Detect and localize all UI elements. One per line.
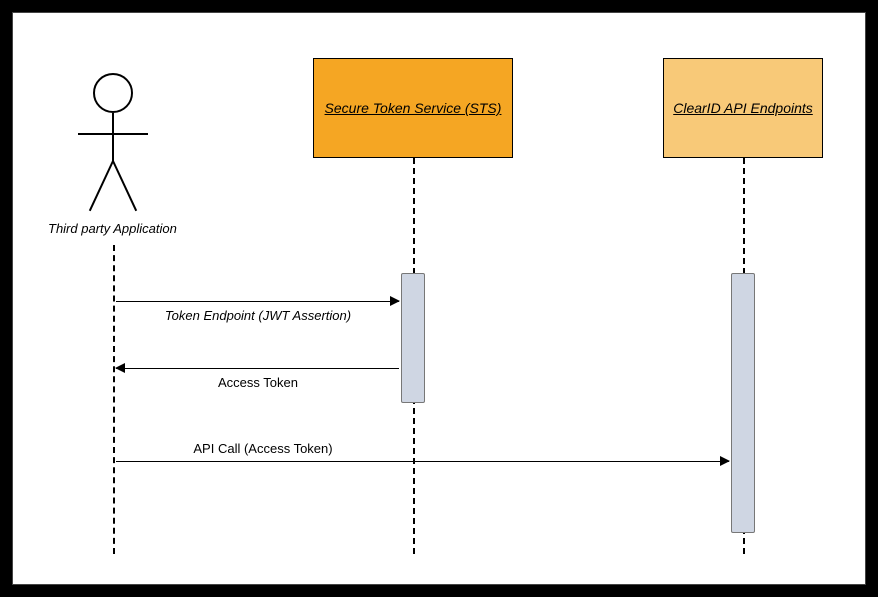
arrow-api-call bbox=[116, 461, 729, 462]
actor-body-icon bbox=[112, 113, 114, 163]
participant-sts: Secure Token Service (STS) bbox=[313, 58, 513, 158]
participant-sts-label: Secure Token Service (STS) bbox=[325, 99, 502, 117]
actor-leg-right-icon bbox=[112, 161, 137, 212]
lifeline-client bbox=[113, 245, 115, 554]
activation-api bbox=[731, 273, 755, 533]
actor-head-icon bbox=[93, 73, 133, 113]
activation-sts bbox=[401, 273, 425, 403]
actor-label: Third party Application bbox=[48, 221, 208, 236]
actor-leg-left-icon bbox=[89, 161, 114, 212]
participant-api-label: ClearID API Endpoints bbox=[673, 99, 813, 117]
diagram-canvas: Third party Application Secure Token Ser… bbox=[12, 12, 866, 585]
participant-api: ClearID API Endpoints bbox=[663, 58, 823, 158]
arrow-token-request bbox=[116, 301, 399, 302]
actor-arms-icon bbox=[78, 133, 148, 135]
label-access-token: Access Token bbox=[123, 375, 393, 390]
label-api-call: API Call (Access Token) bbox=[133, 441, 393, 456]
arrow-access-token bbox=[116, 368, 399, 369]
label-token-request: Token Endpoint (JWT Assertion) bbox=[123, 308, 393, 323]
